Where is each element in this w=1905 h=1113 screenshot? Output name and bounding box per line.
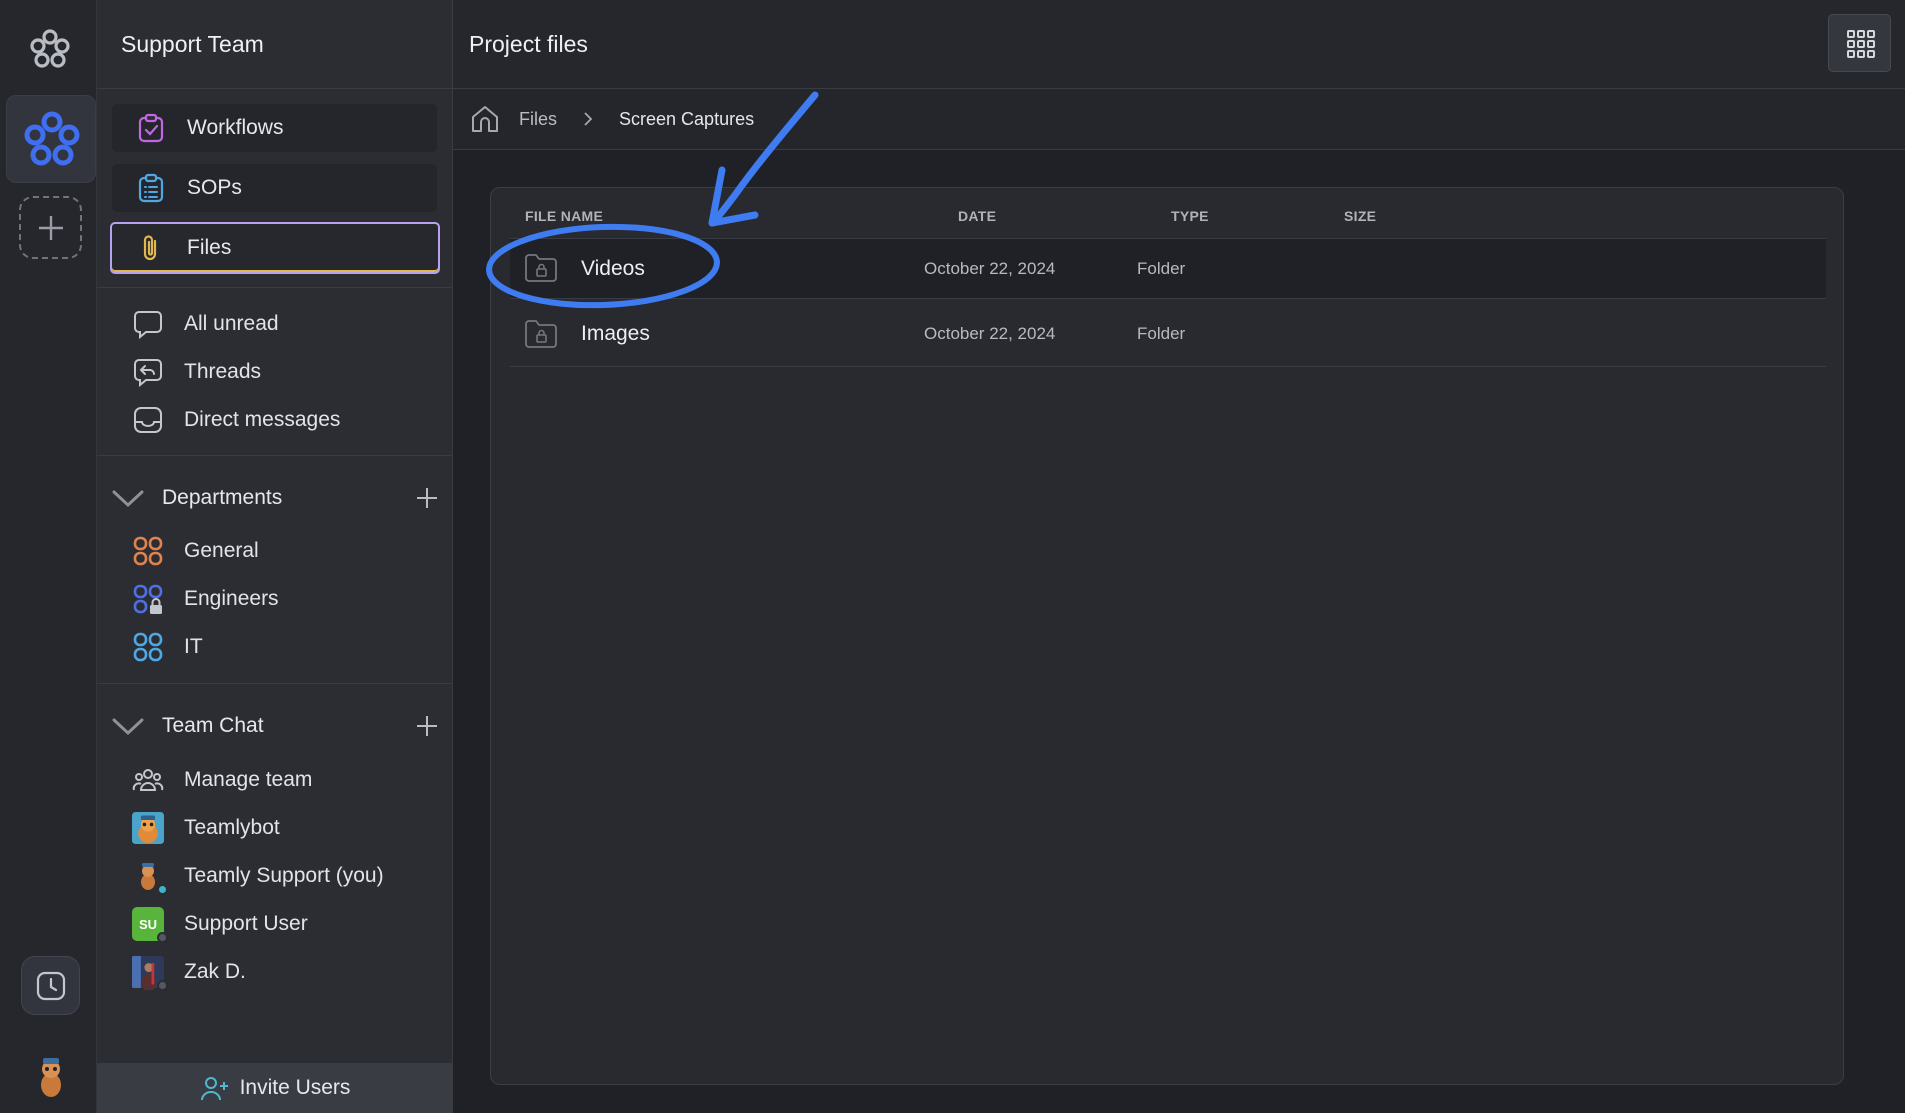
- bot-avatar: [132, 812, 164, 844]
- file-name[interactable]: Videos: [581, 257, 645, 281]
- departments-section-header[interactable]: Departments: [110, 478, 440, 518]
- locked-folder-icon: [525, 320, 557, 348]
- add-user-icon: [200, 1077, 228, 1101]
- workspace-rail: [0, 0, 97, 1113]
- dm-support-user[interactable]: SU Support User: [132, 904, 308, 944]
- nav-workflows-label: Workflows: [187, 116, 284, 139]
- channel-general-label: General: [184, 539, 259, 562]
- workspace-logo-icon: [24, 111, 80, 166]
- add-workspace-button[interactable]: [19, 196, 82, 259]
- invite-users-button[interactable]: Invite Users: [97, 1063, 453, 1113]
- file-type: Folder: [1137, 324, 1186, 343]
- user-avatar: [132, 860, 168, 895]
- clipboard-list-icon: [138, 173, 164, 203]
- dm-teamly-support[interactable]: Teamly Support (you): [132, 856, 384, 896]
- chat-bubble-icon: [134, 311, 162, 340]
- column-file-name[interactable]: FILE NAME: [525, 208, 603, 224]
- chevron-right-icon: [584, 112, 593, 126]
- dm-teamly-support-label: Teamly Support (you): [184, 864, 384, 887]
- clipboard-check-icon: [138, 113, 164, 143]
- file-date: October 22, 2024: [924, 324, 1056, 343]
- offline-status-dot: [157, 980, 168, 991]
- dm-teamlybot-label: Teamlybot: [184, 816, 280, 839]
- file-date: October 22, 2024: [924, 259, 1056, 278]
- manage-team-item[interactable]: Manage team: [132, 760, 312, 800]
- grid-icon: [1847, 30, 1875, 58]
- column-date[interactable]: DATE: [958, 208, 996, 224]
- table-row[interactable]: Images October 22, 2024 Folder: [510, 301, 1826, 367]
- divider: [97, 287, 453, 288]
- divider: [97, 455, 453, 456]
- workspace-name: Support Team: [121, 30, 264, 57]
- add-department-icon[interactable]: [414, 485, 440, 511]
- clock-icon: [36, 971, 66, 1001]
- departments-title: Departments: [162, 486, 283, 509]
- direct-messages-item[interactable]: Direct messages: [132, 400, 340, 440]
- file-table: FILE NAME DATE TYPE SIZE Videos October …: [490, 187, 1844, 1085]
- file-name[interactable]: Images: [581, 322, 650, 346]
- nav-workflows[interactable]: Workflows: [112, 104, 437, 152]
- user-avatar[interactable]: [34, 1055, 68, 1099]
- paperclip-icon: [143, 235, 157, 261]
- team-icon: [132, 769, 164, 791]
- main-content: Project files Files Screen Captures FILE…: [453, 0, 1905, 1113]
- team-chat-title: Team Chat: [162, 714, 264, 737]
- inbox-icon: [134, 407, 162, 433]
- private-channel-icon: [133, 584, 163, 614]
- dm-support-user-label: Support User: [184, 912, 308, 935]
- apps-menu-button[interactable]: [1828, 14, 1891, 72]
- sidebar: Support Team Workflows SOPs Files All un…: [97, 0, 453, 1113]
- page-title: Project files: [469, 30, 588, 57]
- main-header: Project files: [453, 0, 1905, 89]
- column-size[interactable]: SIZE: [1344, 208, 1376, 224]
- user-avatar: [132, 956, 168, 991]
- locked-folder-icon: [525, 254, 557, 282]
- divider: [97, 683, 453, 684]
- nav-files[interactable]: Files: [110, 222, 440, 274]
- plus-icon: [39, 216, 63, 240]
- threads-label: Threads: [184, 360, 262, 383]
- all-unread-label: All unread: [184, 312, 279, 335]
- all-unread-item[interactable]: All unread: [132, 304, 279, 344]
- table-row[interactable]: Videos October 22, 2024 Folder: [510, 239, 1826, 299]
- direct-messages-label: Direct messages: [184, 408, 341, 431]
- team-chat-section-header[interactable]: Team Chat: [110, 706, 440, 746]
- app-logo-icon[interactable]: [27, 27, 73, 73]
- dm-zak-label: Zak D.: [184, 960, 246, 983]
- chevron-down-icon: [112, 490, 144, 508]
- home-icon[interactable]: [469, 103, 501, 135]
- chevron-down-icon: [112, 718, 144, 736]
- add-chat-icon[interactable]: [414, 713, 440, 739]
- threads-item[interactable]: Threads: [132, 352, 261, 392]
- breadcrumb-files[interactable]: Files: [519, 109, 557, 130]
- breadcrumb-current: Screen Captures: [619, 108, 755, 129]
- channel-engineers-label: Engineers: [184, 587, 279, 610]
- history-button[interactable]: [21, 956, 80, 1015]
- breadcrumb: Files Screen Captures: [453, 89, 1905, 150]
- channel-grid-icon: [133, 536, 163, 566]
- offline-status-dot: [157, 932, 168, 943]
- channel-grid-icon: [133, 632, 163, 662]
- channel-it-label: IT: [184, 635, 203, 658]
- dm-zak[interactable]: Zak D.: [132, 952, 246, 992]
- nav-sops-label: SOPs: [187, 176, 242, 199]
- workspace-support-team[interactable]: [6, 95, 96, 183]
- sidebar-header: Support Team: [97, 0, 452, 89]
- file-type: Folder: [1137, 259, 1186, 278]
- nav-files-label: Files: [187, 236, 232, 259]
- initials-avatar: SU: [132, 907, 168, 943]
- nav-sops[interactable]: SOPs: [112, 164, 437, 212]
- channel-general[interactable]: General: [132, 531, 259, 571]
- column-type[interactable]: TYPE: [1171, 208, 1209, 224]
- manage-team-label: Manage team: [184, 768, 313, 791]
- invite-users-label: Invite Users: [239, 1076, 351, 1099]
- online-status-dot: [157, 884, 168, 895]
- channel-it[interactable]: IT: [132, 627, 203, 667]
- thread-icon: [134, 359, 162, 388]
- channel-engineers[interactable]: Engineers: [132, 579, 279, 619]
- dm-teamlybot[interactable]: Teamlybot: [132, 808, 280, 848]
